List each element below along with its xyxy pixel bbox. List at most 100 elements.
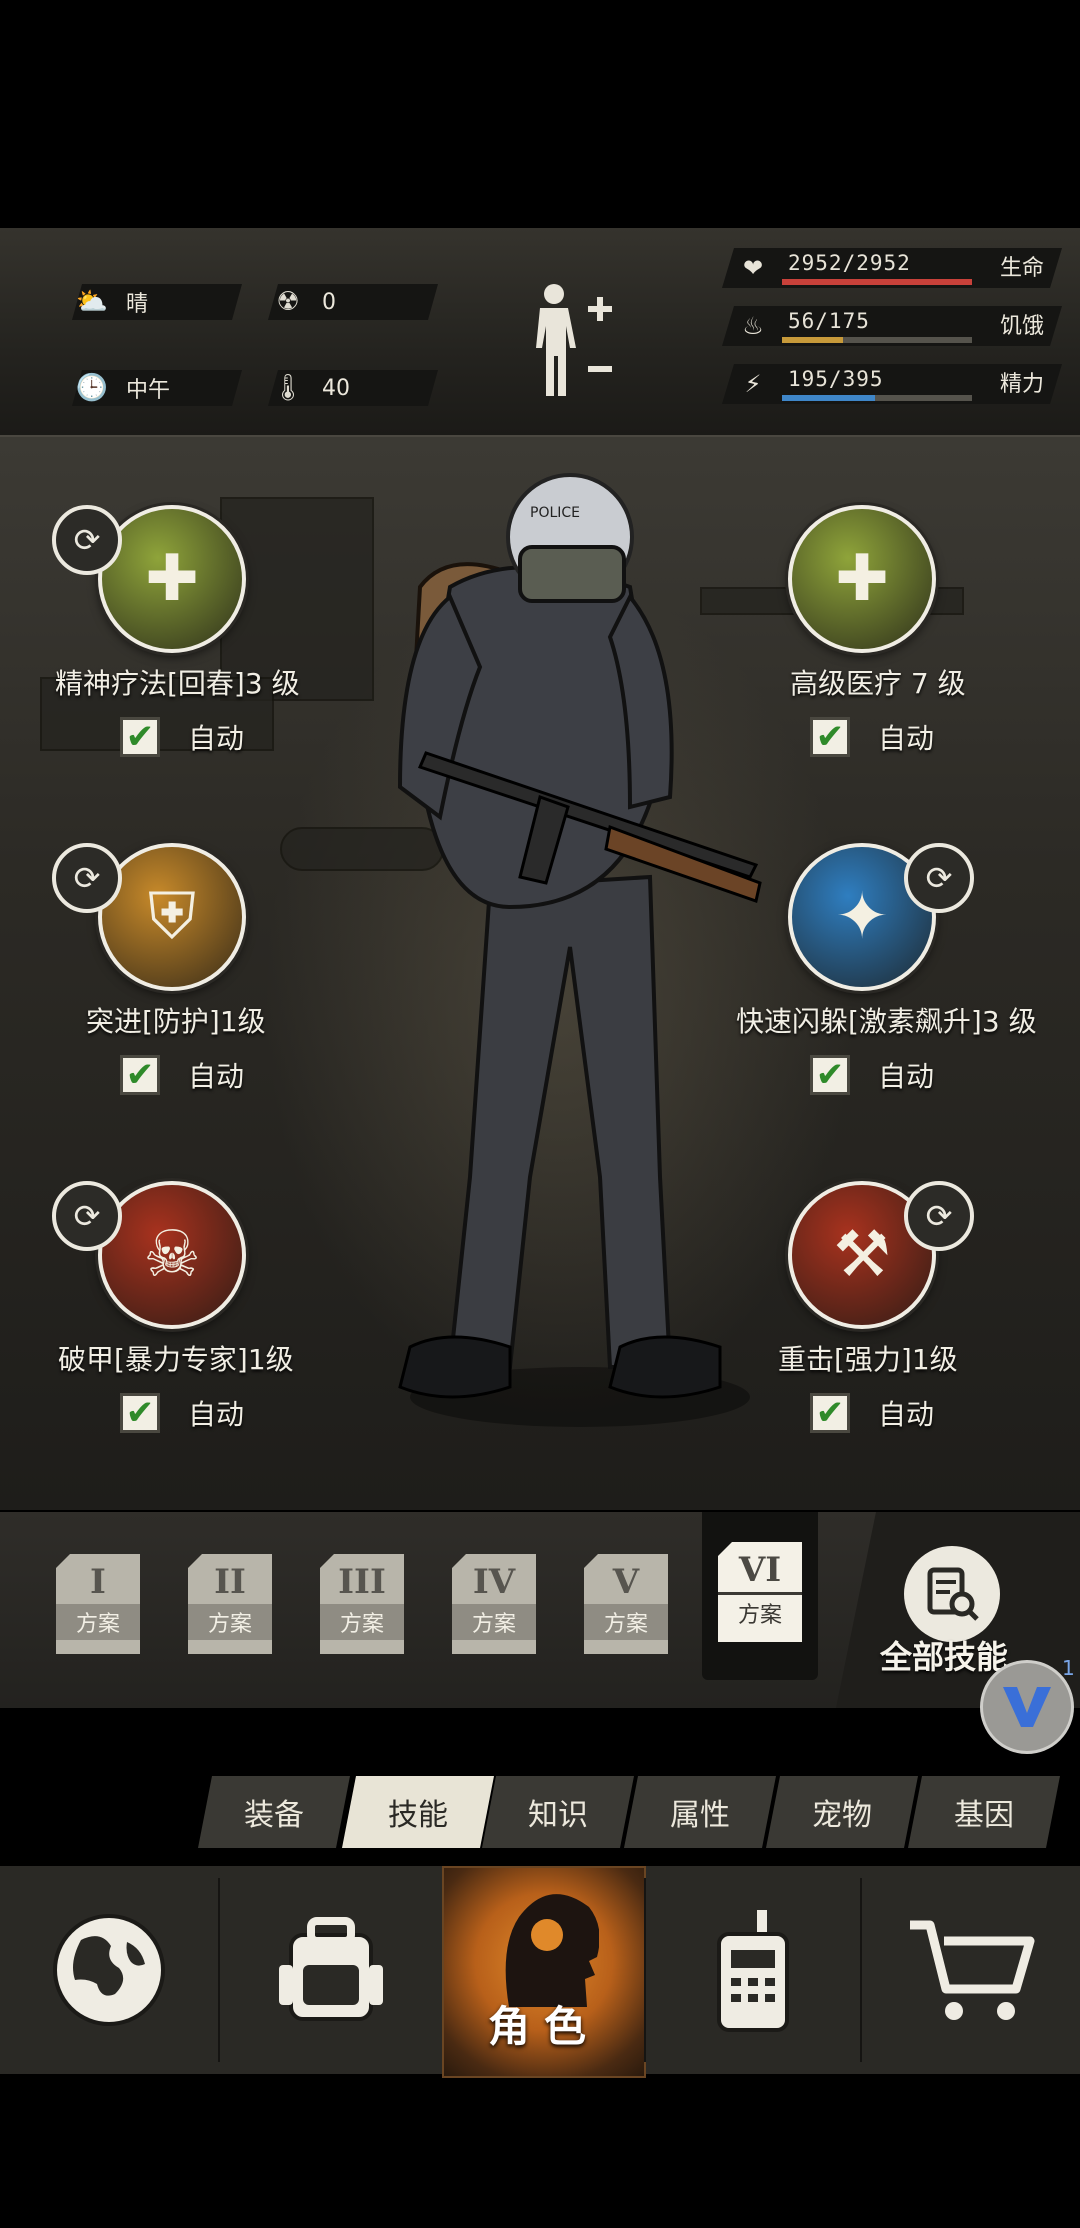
skill-icon-shield-charge[interactable]: ⛨: [98, 843, 246, 991]
energy-label: 精力: [999, 372, 1044, 397]
swap-skill-button[interactable]: ⟳: [904, 843, 974, 913]
plan-label: 方案: [56, 1604, 140, 1640]
plan-button-2[interactable]: II 方案: [188, 1554, 272, 1654]
plan-button-5[interactable]: V 方案: [584, 1554, 668, 1654]
swap-icon: ⟳: [73, 1197, 101, 1235]
auto-checkbox[interactable]: ✔: [810, 1393, 850, 1433]
energy-fill: [782, 395, 876, 401]
cart-icon: [910, 1920, 1035, 2020]
heart-rate-icon: ❤: [742, 254, 764, 282]
auto-label: 自动: [878, 722, 935, 755]
auto-checkbox[interactable]: ✔: [810, 1055, 850, 1095]
auto-toggle[interactable]: ✔ 自动: [810, 1393, 934, 1433]
skill-name: 突进[防护]1级: [86, 1005, 266, 1038]
skill-icon-spirit-heal[interactable]: ✚: [98, 505, 246, 653]
swap-skill-button[interactable]: ⟳: [52, 843, 122, 913]
spirit-heal-icon: ✚: [145, 542, 199, 616]
auto-label: 自动: [188, 1398, 245, 1431]
hunger-fill: [782, 337, 843, 343]
plan-numeral: IV: [472, 1562, 516, 1602]
energy-head-icon: ⚡: [744, 370, 762, 398]
skill-icon-skull-dice[interactable]: ☠: [98, 1181, 246, 1329]
checkmark-icon: ✔: [815, 1055, 845, 1095]
checkmark-icon: ✔: [815, 1393, 845, 1433]
bottom-nav: 角色: [0, 1866, 1080, 2078]
checkmark-icon: ✔: [125, 1393, 155, 1433]
radiation-icon: ☢: [276, 287, 300, 317]
weather-indicator: ⛅ 晴: [72, 284, 242, 320]
health-value: 2952/2952: [788, 251, 911, 275]
energy-value: 195/395: [788, 367, 884, 391]
status-panel: ⛅ 晴 ☢ 0 🕒 中午 🌡 40 ❤ 2952/2952 生命 ♨ 56/17…: [0, 228, 1080, 437]
tab-pets[interactable]: 宠物: [766, 1776, 918, 1848]
checkmark-icon: ✔: [815, 717, 845, 757]
skill-icon-medkit[interactable]: ✚: [788, 505, 936, 653]
time-indicator: 🕒 中午: [72, 370, 242, 406]
axe-strike-icon: ⚒: [833, 1218, 891, 1292]
energy-bar: ⚡ 195/395 精力: [722, 364, 1062, 404]
plan-numeral: III: [338, 1562, 386, 1602]
skull-dice-icon: ☠: [143, 1218, 201, 1292]
skill-name: 高级医疗 7 级: [790, 667, 966, 700]
floating-badge-count: 1: [1062, 1656, 1075, 1680]
character-portrait: POLICE: [397, 473, 762, 1427]
shield-charge-icon: ⛨: [148, 880, 196, 954]
temperature-value: 40: [322, 375, 350, 401]
auto-toggle[interactable]: ✔ 自动: [810, 717, 934, 757]
medkit-icon: ✚: [835, 542, 889, 616]
plan-label: 方案: [584, 1604, 668, 1640]
auto-label: 自动: [188, 722, 245, 755]
plan-label: 方案: [452, 1604, 536, 1640]
swap-skill-button[interactable]: ⟳: [52, 1181, 122, 1251]
auto-checkbox[interactable]: ✔: [120, 717, 160, 757]
radiation-indicator: ☢ 0: [268, 284, 438, 320]
auto-toggle[interactable]: ✔ 自动: [120, 1055, 244, 1095]
auto-label: 自动: [188, 1060, 245, 1093]
auto-checkbox[interactable]: ✔: [120, 1393, 160, 1433]
tab-genes[interactable]: 基因: [908, 1776, 1060, 1848]
nav-backpack[interactable]: [220, 1866, 442, 2074]
nav-shop[interactable]: [862, 1866, 1080, 2074]
nav-character-label: 角色: [487, 2002, 600, 2051]
time-label: 中午: [126, 378, 171, 403]
all-skills-label: 全部技能: [880, 1638, 1009, 1676]
checkmark-icon: ✔: [125, 1055, 155, 1095]
plan-button-3[interactable]: III 方案: [320, 1554, 404, 1654]
auto-toggle[interactable]: ✔ 自动: [810, 1055, 934, 1095]
tab-equipment[interactable]: 装备: [198, 1776, 350, 1848]
auto-checkbox[interactable]: ✔: [120, 1055, 160, 1095]
tab-knowledge[interactable]: 知识: [482, 1776, 634, 1848]
plan-label: 方案: [320, 1604, 404, 1640]
skill-name: 精神疗法[回春]3 级: [55, 667, 300, 700]
tab-skills[interactable]: 技能: [342, 1776, 494, 1848]
auto-toggle[interactable]: ✔ 自动: [120, 717, 244, 757]
thermometer-icon: 🌡: [271, 373, 305, 403]
v-logo-icon: [1003, 1687, 1051, 1727]
swap-icon: ⟳: [925, 859, 953, 897]
cloud-sun-icon: ⛅: [75, 287, 109, 317]
body-toggle-button[interactable]: [520, 280, 620, 400]
swap-skill-button[interactable]: ⟳: [904, 1181, 974, 1251]
floating-vpn-button[interactable]: [980, 1660, 1074, 1754]
swap-skill-button[interactable]: ⟳: [52, 505, 122, 575]
auto-checkbox[interactable]: ✔: [810, 717, 850, 757]
plan-bar: I 方案 II 方案 III 方案 IV 方案 V 方案 VI 方案 全部技能: [0, 1512, 1080, 1708]
plan-numeral: VI: [738, 1550, 782, 1590]
stomach-icon: ♨: [742, 312, 764, 340]
skill-name: 快速闪躲[激素飙升]3 级: [736, 1005, 1037, 1038]
tab-attributes[interactable]: 属性: [624, 1776, 776, 1848]
radiation-value: 0: [322, 289, 336, 315]
auto-toggle[interactable]: ✔ 自动: [120, 1393, 244, 1433]
health-label: 生命: [999, 256, 1044, 281]
backpack-icon: [279, 1917, 383, 2021]
nav-character[interactable]: 角色: [442, 1866, 646, 2078]
plan-numeral: II: [214, 1562, 246, 1602]
character-scene: POLICE ✚ ⟳ 精神疗法[回春]3 级 ✔ 自动 ✚ 高级医疗 7 级 ✔…: [0, 437, 1080, 1510]
plan-button-4[interactable]: IV 方案: [452, 1554, 536, 1654]
nav-radio[interactable]: [646, 1866, 860, 2074]
plan-button-6[interactable]: VI 方案: [718, 1542, 802, 1642]
health-bar: ❤ 2952/2952 生命: [722, 248, 1062, 288]
plan-numeral: I: [90, 1562, 106, 1602]
nav-world-map[interactable]: [0, 1866, 218, 2074]
plan-button-1[interactable]: I 方案: [56, 1554, 140, 1654]
